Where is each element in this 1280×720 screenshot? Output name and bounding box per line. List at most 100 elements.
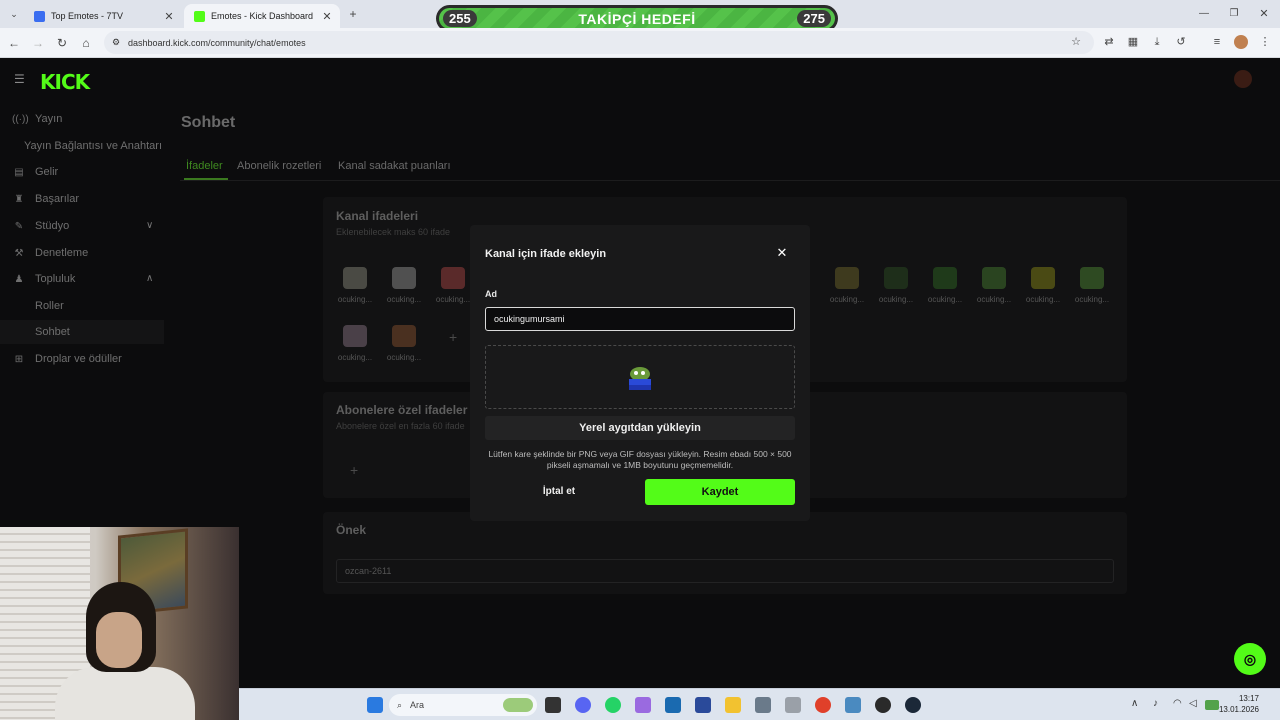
bookmark-star-icon[interactable]: ☆ bbox=[1069, 35, 1083, 49]
wifi-icon[interactable]: ◠ bbox=[1173, 698, 1182, 709]
emote-tile[interactable]: ocuking... bbox=[972, 267, 1016, 304]
emote-name: ocuking... bbox=[976, 295, 1012, 304]
whatsapp-icon[interactable] bbox=[605, 697, 621, 713]
photoshop-icon[interactable] bbox=[695, 697, 711, 713]
browser-tab[interactable]: Top Emotes - 7TV ✕ bbox=[24, 4, 182, 28]
back-icon[interactable]: ← bbox=[6, 35, 22, 51]
cancel-button[interactable]: İptal et bbox=[485, 479, 633, 505]
mouse-app-icon[interactable] bbox=[785, 697, 801, 713]
forward-icon[interactable]: → bbox=[30, 35, 46, 51]
kick-logo[interactable]: KICK bbox=[40, 70, 90, 94]
close-icon[interactable]: ✕ bbox=[774, 245, 790, 261]
sidebar-item-droplar[interactable]: ⊞ Droplar ve ödüller bbox=[12, 353, 122, 365]
add-sub-emote-icon[interactable]: + bbox=[350, 462, 358, 478]
card-title: Kanal ifadeleri bbox=[336, 209, 419, 223]
tab-list-icon[interactable]: ⌄ bbox=[6, 6, 22, 22]
steam-icon[interactable] bbox=[905, 697, 921, 713]
tab-divider bbox=[180, 180, 1280, 181]
upload-local-button[interactable]: Yerel aygıtdan yükleyin bbox=[485, 416, 795, 440]
emote-tile[interactable]: ocuking... bbox=[333, 325, 377, 362]
help-chat-button[interactable]: ◎ bbox=[1234, 643, 1266, 675]
browser-tab-active[interactable]: Emotes - Kick Dashboard ✕ bbox=[184, 4, 340, 28]
calculator-icon[interactable] bbox=[755, 697, 771, 713]
volume-icon[interactable]: ◁ bbox=[1189, 698, 1197, 709]
broadcast-icon: ((·)) bbox=[12, 113, 29, 125]
copilot-icon[interactable] bbox=[635, 697, 651, 713]
add-emote-icon[interactable]: + bbox=[449, 329, 457, 345]
emote-tile[interactable]: ocuking... bbox=[1070, 267, 1114, 304]
emote-tile[interactable]: ocuking... bbox=[1021, 267, 1065, 304]
obs-icon[interactable] bbox=[875, 697, 891, 713]
task-view-icon[interactable] bbox=[545, 697, 561, 713]
close-tab-icon[interactable]: ✕ bbox=[320, 10, 334, 23]
emote-name: ocuking... bbox=[435, 295, 471, 304]
site-info-icon[interactable]: ⚙ bbox=[112, 37, 120, 48]
reload-icon[interactable]: ↻ bbox=[54, 35, 70, 51]
menu-kebab-icon[interactable]: ⋮ bbox=[1258, 35, 1272, 49]
history-icon[interactable]: ↺ bbox=[1174, 35, 1188, 49]
new-tab-icon[interactable]: + bbox=[345, 6, 361, 22]
sidebar-item-topluluk[interactable]: ♟ Topluluk bbox=[12, 273, 76, 285]
taskbar-search[interactable]: ⌕ Ara bbox=[389, 694, 537, 716]
tab-kanal-sadakat-puanlari[interactable]: Kanal sadakat puanları bbox=[338, 160, 451, 172]
close-tab-icon[interactable]: ✕ bbox=[162, 10, 176, 23]
chrome-icon[interactable] bbox=[815, 697, 831, 713]
sidebar-item-sohbet[interactable]: Sohbet bbox=[35, 326, 70, 338]
hammer-icon: ⚒ bbox=[14, 247, 24, 259]
emote-tile[interactable]: ocuking... bbox=[382, 325, 426, 362]
tab-ifadeler[interactable]: İfadeler bbox=[186, 160, 223, 172]
prefix-input[interactable]: ozcan-2611 bbox=[336, 559, 1114, 583]
sidebar-item-gelir[interactable]: ▤ Gelir bbox=[12, 166, 58, 178]
minimize-icon[interactable]: — bbox=[1196, 6, 1212, 22]
chevron-down-icon[interactable]: ∨ bbox=[146, 220, 153, 231]
hamburger-menu-icon[interactable]: ☰ bbox=[14, 72, 26, 86]
microphone-icon[interactable]: ♪ bbox=[1153, 698, 1158, 709]
url-text: dashboard.kick.com/community/chat/emotes bbox=[128, 37, 306, 48]
close-window-icon[interactable]: ✕ bbox=[1256, 6, 1272, 22]
emote-name-input[interactable] bbox=[485, 307, 795, 331]
translate-icon[interactable]: ⇄ bbox=[1102, 35, 1116, 49]
extensions-icon[interactable]: ▦ bbox=[1126, 35, 1140, 49]
download-icon[interactable]: ⤓ bbox=[1150, 35, 1164, 49]
sidebar-item-studyo[interactable]: ✎ Stüdyo bbox=[12, 220, 69, 232]
sidebar-item-basarilar[interactable]: ♜ Başarılar bbox=[12, 193, 80, 205]
sidebar-item-roller[interactable]: Roller bbox=[35, 300, 64, 312]
windows-taskbar: ⌕ Ara ∧ ♪ ◠ ◁ 13:17 13.01.2026 bbox=[239, 688, 1280, 720]
reading-list-icon[interactable]: ≡ bbox=[1210, 35, 1224, 49]
store-icon[interactable] bbox=[665, 697, 681, 713]
card-subtitle: Eklenebilecek maks 60 ifade bbox=[336, 227, 451, 237]
url-field[interactable]: ⚙ dashboard.kick.com/community/chat/emot… bbox=[104, 31, 1094, 54]
emote-tile[interactable]: ocuking... bbox=[874, 267, 918, 304]
emote-tile[interactable]: ocuking... bbox=[431, 267, 475, 304]
user-avatar[interactable] bbox=[1234, 70, 1252, 88]
goal-target: 275 bbox=[797, 10, 831, 27]
sidebar-item-stream-key[interactable]: Yayın Bağlantısı ve Anahtarı bbox=[24, 140, 162, 152]
settings-app-icon[interactable] bbox=[845, 697, 861, 713]
upload-dropzone[interactable] bbox=[485, 345, 795, 409]
emote-tile[interactable]: ocuking... bbox=[382, 267, 426, 304]
trophy-icon: ♜ bbox=[14, 193, 24, 205]
search-placeholder: Ara bbox=[410, 700, 425, 710]
emote-name: ocuking... bbox=[337, 295, 373, 304]
save-button[interactable]: Kaydet bbox=[645, 479, 795, 505]
webcam-overlay bbox=[0, 527, 239, 720]
home-icon[interactable]: ⌂ bbox=[78, 35, 94, 51]
maximize-icon[interactable]: ❐ bbox=[1226, 6, 1242, 22]
tab-abonelik-rozetleri[interactable]: Abonelik rozetleri bbox=[237, 160, 321, 172]
tray-chevron-icon[interactable]: ∧ bbox=[1131, 698, 1138, 709]
emote-name: ocuking... bbox=[878, 295, 914, 304]
emote-tile[interactable]: ocuking... bbox=[923, 267, 967, 304]
start-icon[interactable] bbox=[367, 697, 383, 713]
clock-time: 13:17 bbox=[1238, 694, 1259, 703]
chevron-up-icon[interactable]: ∧ bbox=[146, 273, 153, 284]
emote-tile[interactable]: ocuking... bbox=[825, 267, 869, 304]
sidebar-item-denetleme[interactable]: ⚒ Denetleme bbox=[12, 247, 89, 259]
profile-avatar[interactable] bbox=[1234, 35, 1248, 49]
discord-icon[interactable] bbox=[575, 697, 591, 713]
emote-tile[interactable]: ocuking... bbox=[333, 267, 377, 304]
taskbar-clock[interactable]: 13:17 13.01.2026 bbox=[1199, 693, 1259, 715]
sidebar-item-label: Başarılar bbox=[35, 193, 80, 205]
file-explorer-icon[interactable] bbox=[725, 697, 741, 713]
sidebar-item-label: Droplar ve ödüller bbox=[35, 353, 122, 365]
sidebar-item-yayin[interactable]: ((·)) Yayın bbox=[12, 113, 62, 125]
